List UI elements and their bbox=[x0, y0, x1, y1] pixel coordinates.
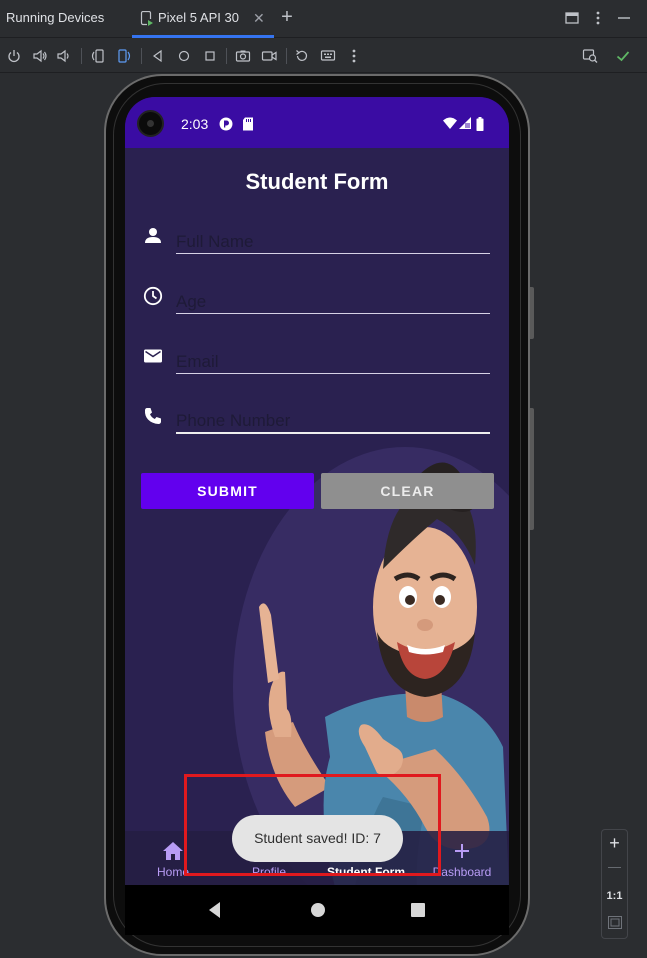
actual-size-button[interactable]: 1:1 bbox=[602, 890, 627, 902]
overview-icon[interactable] bbox=[202, 48, 218, 64]
sd-card-icon bbox=[243, 117, 253, 131]
highlight-box bbox=[184, 774, 441, 876]
phone-field bbox=[141, 400, 491, 436]
add-icon bbox=[455, 844, 469, 858]
rotate-left-icon[interactable] bbox=[90, 48, 106, 64]
back-icon[interactable] bbox=[150, 48, 166, 64]
system-back-icon[interactable] bbox=[207, 901, 223, 919]
rotate-right-icon[interactable] bbox=[116, 48, 132, 64]
full-name-input[interactable] bbox=[176, 220, 490, 254]
system-navigation-bar bbox=[125, 885, 509, 935]
person-icon bbox=[145, 228, 161, 243]
system-home-icon[interactable] bbox=[310, 901, 326, 919]
status-time: 2:03 bbox=[181, 116, 209, 132]
keyboard-icon[interactable] bbox=[320, 48, 336, 64]
system-overview-icon[interactable] bbox=[410, 901, 426, 919]
volume-side-button bbox=[530, 408, 534, 530]
more-options-icon[interactable] bbox=[590, 10, 606, 26]
zoom-out-button[interactable]: — bbox=[602, 859, 627, 874]
home-button-icon[interactable] bbox=[176, 48, 192, 64]
power-side-button bbox=[530, 287, 534, 339]
phone-icon bbox=[144, 408, 161, 424]
tab-underline bbox=[132, 35, 274, 38]
email-icon bbox=[144, 349, 162, 363]
power-icon[interactable] bbox=[6, 48, 22, 64]
device-toolbar bbox=[0, 39, 647, 73]
submit-button[interactable]: SUBMIT bbox=[141, 473, 314, 509]
email-field bbox=[141, 340, 491, 376]
email-input[interactable] bbox=[176, 340, 490, 374]
reset-icon[interactable] bbox=[294, 48, 310, 64]
screen-record-icon[interactable] bbox=[261, 48, 277, 64]
volume-up-icon[interactable] bbox=[32, 48, 48, 64]
battery-icon bbox=[476, 117, 484, 131]
app-notification-icon bbox=[219, 117, 233, 131]
add-tab-button[interactable]: + bbox=[278, 7, 296, 27]
minimize-icon[interactable] bbox=[616, 10, 632, 26]
toolbar-separator bbox=[81, 48, 82, 64]
device-icon bbox=[140, 11, 154, 26]
age-field bbox=[141, 280, 491, 316]
toolbar-separator bbox=[226, 48, 227, 64]
home-icon bbox=[163, 842, 183, 860]
ide-window: Running Devices Pixel 5 API 30 ✕ + 2:03 … bbox=[0, 0, 647, 958]
age-input[interactable] bbox=[176, 280, 490, 314]
device-screen: 2:03 Student Form Full Name Age Email Ph… bbox=[125, 97, 509, 885]
tab-label: Pixel 5 API 30 bbox=[158, 10, 239, 25]
device-search-icon[interactable] bbox=[582, 48, 598, 64]
page-title: Student Form bbox=[245, 169, 389, 194]
close-icon[interactable]: ✕ bbox=[253, 10, 265, 26]
cellular-signal-icon bbox=[459, 117, 471, 129]
clear-button[interactable]: CLEAR bbox=[321, 473, 494, 509]
zoom-controls: + — 1:1 bbox=[601, 829, 628, 939]
screenshot-icon[interactable] bbox=[235, 48, 251, 64]
camera-cutout bbox=[137, 110, 164, 137]
clock-icon bbox=[143, 286, 163, 306]
fit-screen-icon[interactable] bbox=[608, 916, 622, 929]
phone-input[interactable] bbox=[176, 400, 490, 434]
toolbar-separator bbox=[141, 48, 142, 64]
wifi-icon bbox=[443, 117, 457, 129]
toolbar-separator bbox=[286, 48, 287, 64]
panel-title: Running Devices bbox=[6, 10, 105, 25]
window-icon[interactable] bbox=[564, 10, 580, 26]
full-name-field bbox=[141, 220, 491, 256]
status-bar: 2:03 bbox=[125, 97, 509, 148]
zoom-in-button[interactable]: + bbox=[602, 832, 627, 854]
more-options-icon[interactable] bbox=[346, 48, 362, 64]
tab-pixel-5[interactable]: Pixel 5 API 30 ✕ bbox=[132, 0, 274, 38]
tab-bar: Running Devices Pixel 5 API 30 ✕ + bbox=[0, 0, 647, 38]
volume-down-icon[interactable] bbox=[56, 48, 72, 64]
check-icon[interactable] bbox=[615, 48, 631, 64]
